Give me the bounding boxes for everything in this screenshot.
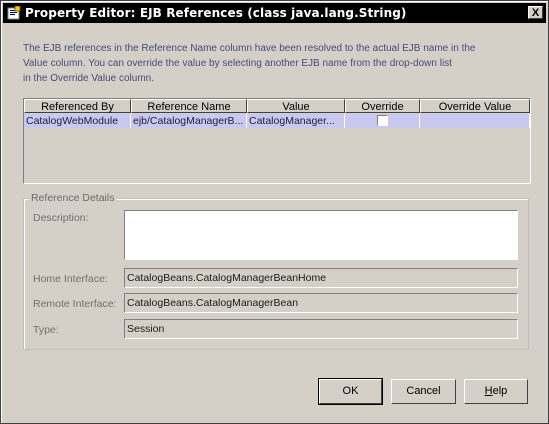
description-label: Description: [33,212,89,224]
title-bar[interactable]: Property Editor: EJB References (class j… [3,3,546,23]
column-header-referenced-by[interactable]: Referenced By [24,99,131,113]
description-field[interactable] [124,210,518,260]
column-header-override-value[interactable]: Override Value [420,99,530,113]
type-field: Session [124,319,518,339]
override-checkbox[interactable] [377,115,388,126]
property-editor-icon [7,6,21,20]
instructions-text: The EJB references in the Reference Name… [23,41,528,86]
home-interface-label: Home Interface: [33,273,108,285]
remote-interface-label: Remote Interface: [33,298,117,310]
cell-referenced-by[interactable]: CatalogWebModule [24,114,131,128]
property-editor-dialog: Property Editor: EJB References (class j… [0,0,549,424]
column-header-reference-name[interactable]: Reference Name [131,99,247,113]
reference-details-title: Reference Details [29,192,117,204]
instructions-line-2: Value column. You can override the value… [23,58,452,69]
window-title: Property Editor: EJB References (class j… [25,6,407,20]
help-label: elp [492,385,508,397]
column-header-override[interactable]: Override [345,99,420,113]
instructions-line-3: in the Override Value column. [23,73,154,84]
help-mnemonic: H [484,385,493,397]
remote-interface-field: CatalogBeans.CatalogManagerBean [124,293,518,313]
ok-button[interactable]: OK [318,378,383,405]
cell-reference-name[interactable]: ejb/CatalogManagerB... [131,114,247,128]
ejb-references-table[interactable]: Referenced By Reference Name Value Overr… [23,98,531,184]
instructions-line-1: The EJB references in the Reference Name… [23,43,476,54]
table-row[interactable]: CatalogWebModule ejb/CatalogManagerB... … [24,114,530,128]
type-label: Type: [33,324,59,336]
cancel-button[interactable]: Cancel [391,379,456,404]
help-button[interactable]: Help [464,379,528,404]
close-icon[interactable]: X [528,6,543,19]
cell-value[interactable]: CatalogManager... [247,114,345,128]
home-interface-field: CatalogBeans.CatalogManagerBeanHome [124,268,518,288]
column-header-value[interactable]: Value [247,99,345,113]
table-header: Referenced By Reference Name Value Overr… [24,99,530,114]
cell-override-value[interactable] [420,114,530,128]
